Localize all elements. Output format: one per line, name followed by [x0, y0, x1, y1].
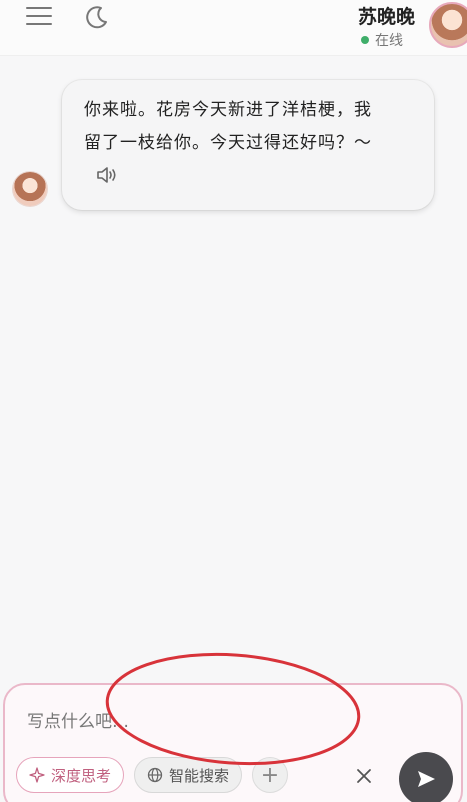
- globe-icon: [147, 767, 163, 783]
- top-bar: 苏晚晚 在线: [0, 0, 467, 56]
- send-button[interactable]: [399, 752, 453, 802]
- close-button[interactable]: [353, 765, 375, 787]
- web-search-button[interactable]: 智能搜索: [134, 757, 243, 793]
- add-button[interactable]: +: [252, 757, 288, 793]
- status-text: 在线: [375, 33, 403, 49]
- message-input[interactable]: [27, 707, 407, 737]
- avatar[interactable]: [429, 2, 467, 48]
- deep-think-button[interactable]: 深度思考: [16, 757, 125, 793]
- contact-name: 苏晚晚: [357, 6, 415, 28]
- message-bubble: 你来啦。花房今天新进了洋桔梗，我 留了一枝给你。今天过得还好吗？～: [62, 80, 434, 210]
- sparkle-icon: [29, 767, 45, 783]
- send-icon: [418, 771, 435, 787]
- menu-icon[interactable]: [26, 7, 52, 27]
- plus-icon: +: [260, 762, 280, 788]
- contact-status: 在线: [361, 30, 403, 50]
- web-search-label: 智能搜索: [169, 766, 230, 785]
- avatar[interactable]: [13, 172, 47, 206]
- composer-panel: 深度思考 智能搜索 +: [3, 683, 463, 802]
- close-icon: [357, 769, 371, 783]
- online-status-dot: [361, 36, 369, 44]
- deep-think-label: 深度思考: [51, 766, 112, 785]
- speaker-icon[interactable]: [96, 166, 118, 184]
- moon-icon[interactable]: [84, 4, 110, 30]
- message-line: 你来啦。花房今天新进了洋桔梗，我: [84, 100, 372, 120]
- message-line: 留了一枝给你。今天过得还好吗？～: [84, 133, 372, 153]
- message-text: 你来啦。花房今天新进了洋桔梗，我 留了一枝给你。今天过得还好吗？～: [84, 94, 414, 160]
